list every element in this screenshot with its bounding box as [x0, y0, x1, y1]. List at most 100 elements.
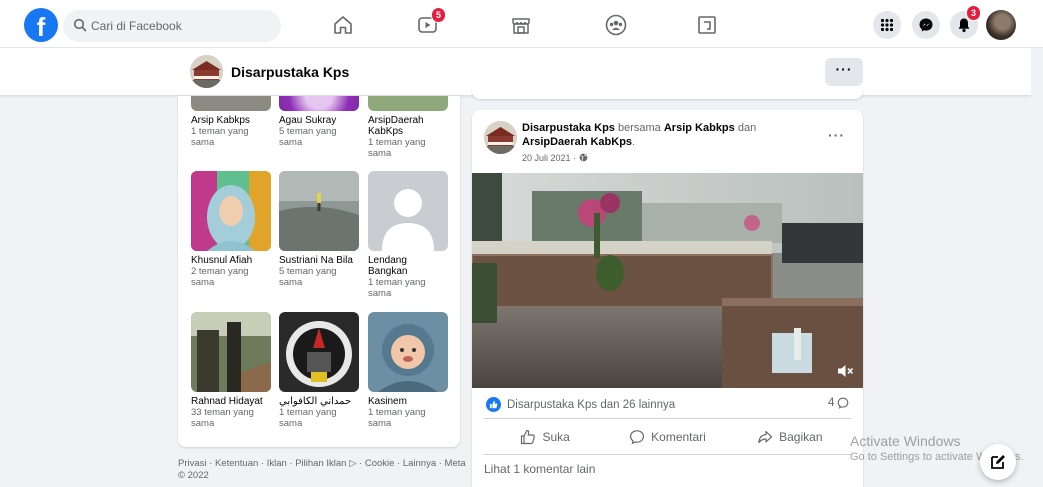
baby-photo [368, 312, 448, 392]
notifications-button[interactable]: 3 [950, 5, 982, 39]
construction-photo [191, 312, 271, 392]
comment-bubble-icon [838, 397, 849, 409]
friend-tile[interactable]: Sustriani Na Bila 5 teman yang sama [279, 171, 359, 288]
friend-photo [191, 312, 271, 392]
friend-tile[interactable]: Agau Sukray 5 teman yang sama [279, 96, 359, 148]
friend-tile[interactable]: Rahnad Hidayat 33 teman yang sama [191, 312, 271, 429]
globe-icon [579, 153, 587, 162]
divider [484, 454, 851, 455]
like-reaction-icon [486, 397, 501, 412]
share-button[interactable]: Bagikan [729, 422, 851, 452]
messenger-icon [919, 18, 933, 32]
nav-tab-watch[interactable]: 5 [412, 7, 447, 40]
friend-photo [368, 171, 448, 251]
nav-tab-groups[interactable] [599, 10, 633, 40]
friend-tile[interactable]: Arsip Kabkps 1 teman yang sama [191, 96, 271, 148]
footer-links[interactable]: Privasi · Ketentuan · Iklan · Pilihan Ik… [178, 458, 468, 482]
post-author-avatar[interactable] [484, 121, 517, 154]
post-date[interactable]: 20 Juli 2021 · [522, 153, 588, 163]
friend-name[interactable]: حمداني الكافوابي [279, 396, 359, 407]
facebook-logo[interactable]: f [24, 8, 58, 42]
post-tag-1[interactable]: Arsip Kabkps [664, 122, 735, 134]
friend-photo [191, 171, 271, 251]
comment-button[interactable]: Komentari [606, 422, 728, 452]
friend-tile[interactable]: حمداني الكافوابي 1 teman yang sama [279, 312, 359, 429]
search-box[interactable] [63, 10, 281, 42]
friend-mutual: 1 teman yang sama [191, 126, 249, 148]
office-interior-photo [472, 173, 863, 388]
reactions-summary[interactable]: Disarpustaka Kps dan 26 lainnya [486, 397, 675, 412]
reactions-text: Disarpustaka Kps dan 26 lainnya [507, 398, 676, 411]
search-icon [73, 18, 87, 32]
friend-tile[interactable]: Khusnul Afiah 2 teman yang sama [191, 171, 271, 288]
emblem-photo [279, 312, 359, 392]
post-actions: Suka Komentari Bagikan [484, 422, 851, 452]
friend-name[interactable]: Sustriani Na Bila [279, 255, 359, 266]
groups-icon [605, 14, 627, 36]
page-avatar[interactable] [190, 55, 223, 88]
friend-mutual: 5 teman yang sama [279, 266, 337, 288]
friend-name[interactable]: Agau Sukray [279, 115, 359, 126]
friend-name[interactable]: Arsip Kabkps [191, 115, 271, 126]
post-author[interactable]: Disarpustaka Kps [522, 122, 615, 134]
comment-icon [630, 430, 645, 445]
nav-tab-home[interactable] [326, 10, 360, 40]
search-input[interactable] [91, 10, 276, 42]
share-icon [758, 430, 773, 444]
page-name[interactable]: Disarpustaka Kps [231, 64, 349, 80]
friend-tile[interactable]: ArsipDaerah KabKps 1 teman yang sama [368, 96, 448, 159]
menu-grid-icon [880, 18, 894, 32]
divider [484, 418, 851, 419]
friend-mutual: 2 teman yang sama [191, 266, 249, 288]
compose-icon [991, 455, 1005, 469]
friend-photo [279, 96, 359, 111]
scrollbar[interactable] [1031, 48, 1043, 487]
friend-mutual: 5 teman yang sama [279, 126, 337, 148]
building-photo [190, 55, 223, 88]
post-card: Disarpustaka Kps bersama Arsip Kabkps da… [472, 110, 863, 487]
post-tag-2[interactable]: ArsipDaerah KabKps [522, 136, 632, 148]
friend-photo [368, 96, 448, 111]
view-more-comments-link[interactable]: Lihat 1 komentar lain [484, 462, 595, 476]
person-photo [191, 171, 271, 251]
building-photo [484, 121, 517, 154]
menu-button[interactable] [873, 11, 901, 39]
top-navbar: f 5 3 [0, 0, 1043, 48]
page-more-button[interactable]: ··· [825, 58, 863, 86]
friend-name[interactable]: Lendang Bangkan [368, 255, 448, 277]
friend-photo [279, 312, 359, 392]
post-header: Disarpustaka Kps bersama Arsip Kabkps da… [522, 122, 757, 148]
beach-photo [279, 171, 359, 251]
friend-photo [191, 96, 271, 111]
default-avatar [368, 171, 448, 251]
friend-name[interactable]: ArsipDaerah KabKps [368, 115, 448, 137]
friend-tile[interactable]: Kasinem 1 teman yang sama [368, 312, 448, 429]
friend-photo [279, 171, 359, 251]
friend-mutual: 1 teman yang sama [368, 407, 426, 429]
previous-post-edge [472, 88, 863, 99]
new-message-button[interactable] [980, 444, 1016, 480]
nav-tab-marketplace[interactable] [504, 10, 538, 40]
like-button[interactable]: Suka [484, 422, 606, 452]
notifications-badge: 3 [966, 5, 982, 21]
account-avatar[interactable] [986, 10, 1016, 40]
home-icon [334, 16, 352, 34]
mute-icon[interactable] [837, 364, 855, 378]
comments-count[interactable]: 4 [828, 397, 849, 409]
friend-mutual: 1 teman yang sama [368, 277, 426, 299]
post-more-button[interactable]: ··· [828, 127, 845, 143]
friend-tile[interactable]: Lendang Bangkan 1 teman yang sama [368, 171, 448, 299]
marketplace-icon [512, 18, 530, 34]
friend-mutual: 1 teman yang sama [279, 407, 337, 429]
friend-name[interactable]: Rahnad Hidayat [191, 396, 271, 407]
mutual-friends-card: Arsip Kabkps 1 teman yang sama Agau Sukr… [178, 96, 460, 447]
friend-name[interactable]: Kasinem [368, 396, 448, 407]
messenger-button[interactable] [912, 11, 940, 39]
friend-name[interactable]: Khusnul Afiah [191, 255, 271, 266]
friend-photo [368, 312, 448, 392]
friend-mutual: 1 teman yang sama [368, 137, 426, 159]
nav-tab-gaming[interactable] [690, 10, 724, 40]
friend-mutual: 33 teman yang sama [191, 407, 254, 429]
video-badge: 5 [431, 7, 447, 23]
post-video[interactable] [472, 173, 863, 388]
